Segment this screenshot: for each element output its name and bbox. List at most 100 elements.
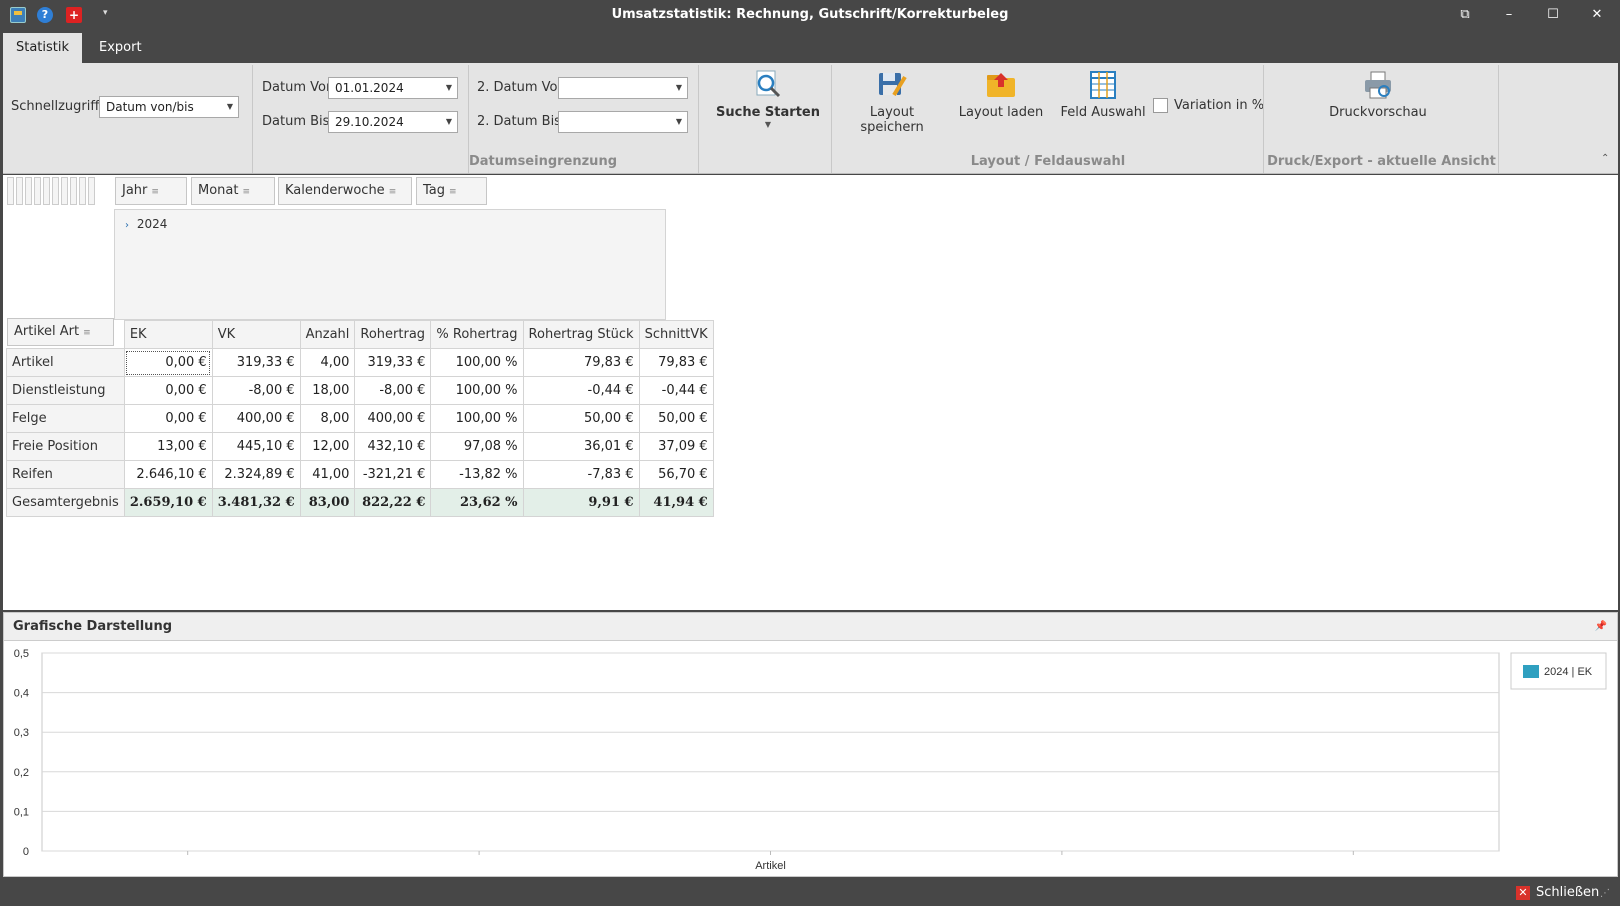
datum2-bis-field[interactable]: ▼: [558, 111, 688, 133]
total-cell[interactable]: 83,00: [299, 488, 356, 517]
filter-slot: [7, 177, 14, 205]
row-label[interactable]: Reifen: [6, 460, 125, 489]
table-cell[interactable]: -0,44 €: [522, 376, 640, 405]
table-cell[interactable]: -321,21 €: [354, 460, 432, 489]
field-header-jahr[interactable]: Jahr ≡: [115, 177, 187, 205]
table-cell[interactable]: -8,00 €: [354, 376, 432, 405]
column-header-prozent-rohertrag[interactable]: % Rohertrag: [430, 320, 524, 349]
collapse-ribbon-icon[interactable]: ⌃: [1601, 153, 1609, 164]
layout-speichern-button[interactable]: Layout speichern: [837, 69, 947, 135]
chevron-right-icon[interactable]: ›: [125, 220, 129, 231]
pin-icon[interactable]: 📌: [1595, 613, 1607, 641]
field-header-kalenderwoche[interactable]: Kalenderwoche ≡: [278, 177, 412, 205]
field-header-monat[interactable]: Monat ≡: [191, 177, 275, 205]
total-cell[interactable]: 2.659,10 €: [123, 488, 213, 517]
table-cell[interactable]: 0,00 €: [123, 404, 213, 433]
schnellzugriff-select[interactable]: Datum von/bis ▼: [99, 96, 239, 118]
table-cell[interactable]: 2.646,10 €: [123, 460, 213, 489]
table-cell[interactable]: 4,00: [299, 348, 356, 377]
total-cell[interactable]: 23,62 %: [430, 488, 524, 517]
maximize-button[interactable]: ☐: [1538, 6, 1568, 24]
chevron-down-icon: ▼: [764, 120, 772, 129]
save-layout-icon: [879, 73, 907, 97]
chevron-down-icon: ▼: [675, 117, 682, 126]
table-cell[interactable]: -7,83 €: [522, 460, 640, 489]
total-cell[interactable]: 9,91 €: [522, 488, 640, 517]
schnellzugriff-label: Schnellzugriff:: [11, 99, 104, 114]
filter-slot: [70, 177, 77, 205]
column-header-schnittvk[interactable]: SchnittVK: [638, 320, 714, 349]
minimize-button[interactable]: –: [1494, 6, 1524, 24]
table-cell[interactable]: 56,70 €: [638, 460, 714, 489]
column-header-anzahl[interactable]: Anzahl: [299, 320, 356, 349]
pivot-grid-area: Jahr ≡ Monat ≡ Kalenderwoche ≡ Tag ≡ › 2024 …: [3, 175, 1618, 610]
table-cell[interactable]: 36,01 €: [522, 432, 640, 461]
status-bar: ✕ Schließen ⋰: [0, 878, 1620, 906]
suche-starten-button[interactable]: Suche Starten ▼: [713, 69, 823, 129]
field-header-tag[interactable]: Tag ≡: [416, 177, 487, 205]
year-header[interactable]: › 2024: [114, 209, 666, 320]
layout-laden-button[interactable]: Layout laden: [956, 69, 1046, 120]
table-cell[interactable]: 0,00 €: [123, 348, 213, 377]
tab-export[interactable]: Export: [83, 33, 158, 63]
table-cell[interactable]: 79,83 €: [638, 348, 714, 377]
close-window-button[interactable]: ✕: [1582, 6, 1612, 24]
table-cell[interactable]: 13,00 €: [123, 432, 213, 461]
table-cell[interactable]: 400,00 €: [354, 404, 432, 433]
table-cell[interactable]: 319,33 €: [354, 348, 432, 377]
table-cell[interactable]: 12,00: [299, 432, 356, 461]
table-cell[interactable]: 41,00: [299, 460, 356, 489]
total-row-label[interactable]: Gesamtergebnis: [6, 488, 125, 517]
druckvorschau-button[interactable]: Druckvorschau: [1323, 69, 1433, 120]
table-cell[interactable]: 319,33 €: [211, 348, 301, 377]
table-cell[interactable]: 432,10 €: [354, 432, 432, 461]
close-label: Schließen: [1536, 885, 1600, 900]
table-cell[interactable]: -13,82 %: [430, 460, 524, 489]
close-button[interactable]: ✕ Schließen: [1516, 884, 1599, 902]
column-header-vk[interactable]: VK: [211, 320, 301, 349]
y-tick-label: 0,3: [14, 727, 29, 739]
table-cell[interactable]: 100,00 %: [430, 376, 524, 405]
y-tick-label: 0,4: [14, 688, 29, 700]
table-cell[interactable]: 100,00 %: [430, 404, 524, 433]
printer-icon: [1365, 71, 1391, 99]
table-cell[interactable]: 37,09 €: [638, 432, 714, 461]
table-cell[interactable]: 50,00 €: [638, 404, 714, 433]
table-cell[interactable]: 79,83 €: [522, 348, 640, 377]
table-cell[interactable]: 2.324,89 €: [211, 460, 301, 489]
feld-auswahl-button[interactable]: Feld Auswahl: [1056, 69, 1150, 120]
variation-checkbox[interactable]: [1153, 98, 1168, 113]
table-cell[interactable]: 8,00: [299, 404, 356, 433]
datum-von-value: 01.01.2024: [335, 81, 404, 95]
table-cell[interactable]: 445,10 €: [211, 432, 301, 461]
table-cell[interactable]: -0,44 €: [638, 376, 714, 405]
table-cell[interactable]: -8,00 €: [211, 376, 301, 405]
table-cell[interactable]: 97,08 %: [430, 432, 524, 461]
column-header-rohertrag-stueck[interactable]: Rohertrag Stück: [522, 320, 640, 349]
total-cell[interactable]: 822,22 €: [354, 488, 432, 517]
table-cell[interactable]: 18,00: [299, 376, 356, 405]
table-cell[interactable]: 100,00 %: [430, 348, 524, 377]
tab-statistik[interactable]: Statistik: [3, 33, 82, 63]
table-cell[interactable]: 0,00 €: [123, 376, 213, 405]
table-cell[interactable]: 50,00 €: [522, 404, 640, 433]
table-cell[interactable]: 400,00 €: [211, 404, 301, 433]
sort-icon: ≡: [151, 187, 159, 197]
close-icon: ✕: [1516, 886, 1530, 900]
total-cell[interactable]: 41,94 €: [638, 488, 714, 517]
column-header-ek[interactable]: EK: [123, 320, 213, 349]
ribbon-tabs: Statistik Export: [0, 30, 1620, 63]
datum-bis-field[interactable]: 29.10.2024 ▼: [328, 111, 458, 133]
column-header-rohertrag[interactable]: Rohertrag: [354, 320, 432, 349]
datum2-von-field[interactable]: ▼: [558, 77, 688, 99]
row-label[interactable]: Felge: [6, 404, 125, 433]
row-label[interactable]: Artikel: [6, 348, 125, 377]
row-label[interactable]: Freie Position: [6, 432, 125, 461]
total-cell[interactable]: 3.481,32 €: [211, 488, 301, 517]
field-jahr-label: Jahr: [122, 183, 148, 198]
restore-layout-icon[interactable]: ⧉: [1450, 6, 1480, 24]
datum-von-field[interactable]: 01.01.2024 ▼: [328, 77, 458, 99]
field-kalenderwoche-label: Kalenderwoche: [285, 183, 385, 198]
row-label[interactable]: Dienstleistung: [6, 376, 125, 405]
resize-grip-icon[interactable]: ⋰: [1600, 888, 1610, 899]
